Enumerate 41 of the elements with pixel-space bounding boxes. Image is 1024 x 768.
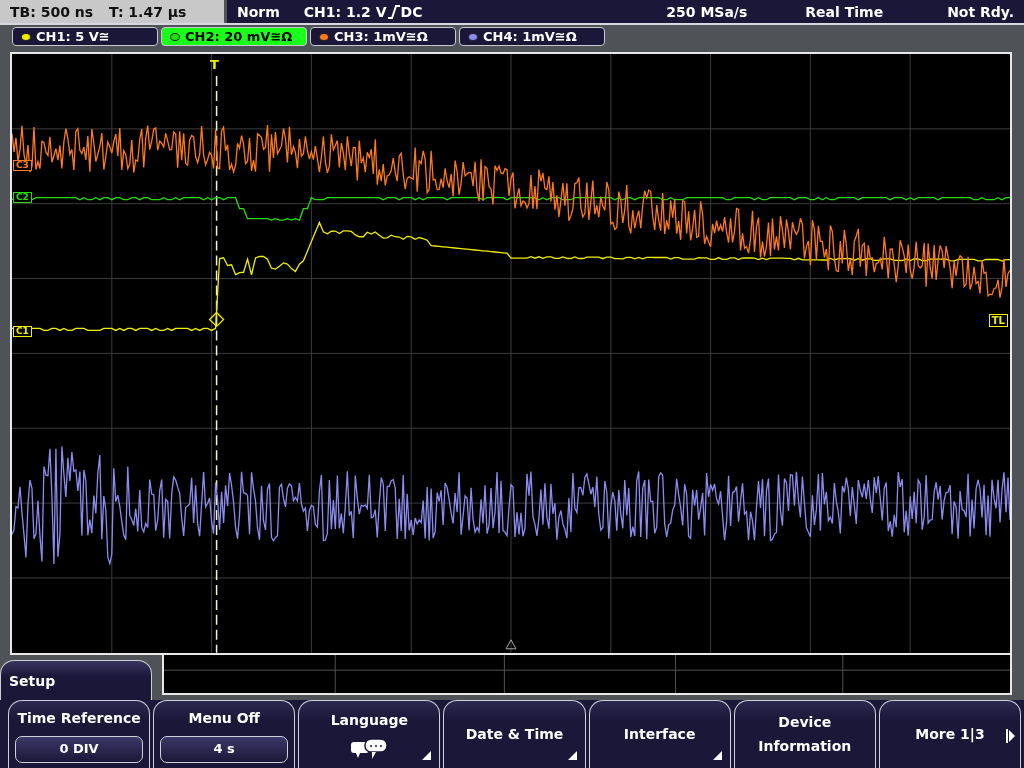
channel-tab[interactable]: CH3: 1mV≅Ω [310,27,456,47]
channel-marker: C1 [13,326,32,338]
submenu-indicator-icon [567,751,577,760]
softkey-label: Menu Off [188,708,260,728]
trigger-marker: T [210,56,219,72]
softkey-value[interactable]: 4 s [160,735,289,763]
softkey-label: Interface [622,725,697,745]
speech-bubbles-icon [350,738,389,761]
softkey-button[interactable]: Date & Time [443,699,586,768]
sample-rate-label: 250 MSa/s [666,3,748,20]
softkey-button[interactable]: More 1|3 [878,699,1021,768]
softkey-button[interactable]: Interface [588,699,731,768]
trigger-point-icon [208,311,225,328]
submenu-indicator-icon [422,751,432,760]
softkey-value[interactable]: 0 DIV [15,735,144,763]
trigger-level-marker: TL [988,314,1008,328]
softkey-label: Time Reference [17,708,141,728]
acquisition-mode-label: Real Time [805,3,884,20]
next-page-icon [1006,728,1015,743]
softkey-label: Language [330,711,408,731]
softkey-label: Device Information [757,713,853,757]
softkey-button[interactable]: Time Reference 0 DIV [8,699,151,768]
channel-tab[interactable]: CH2: 20 mV≅Ω [161,27,307,47]
trigger-time-label: T: 1.47 µs [109,3,187,20]
softkey-label: More 1|3 [915,725,985,745]
softkey-label: Date & Time [464,725,565,745]
softkey-button[interactable]: Menu Off 4 s [153,699,296,768]
triangle-icon [505,639,517,650]
submenu-indicator-icon [712,751,722,760]
trigger-mode-label: Norm [237,3,280,20]
trigger-coupling-label: DC [400,3,423,20]
timebase-label: TB: 500 ns [10,3,94,20]
channel-tab[interactable]: CH4: 1mV≅Ω [459,27,605,47]
softkey-button[interactable]: Language [298,699,441,768]
run-state-label: Not Rdy. [947,3,1014,20]
channel-marker: C3 [13,160,32,172]
trigger-source-label: CH1: 1.2 V [303,3,387,20]
channel-marker: C2 [13,192,32,204]
rising-edge-icon [387,4,400,19]
channel-tab[interactable]: CH1: 5 V≅ [12,27,158,47]
softkey-button[interactable]: Device Information [733,699,876,768]
